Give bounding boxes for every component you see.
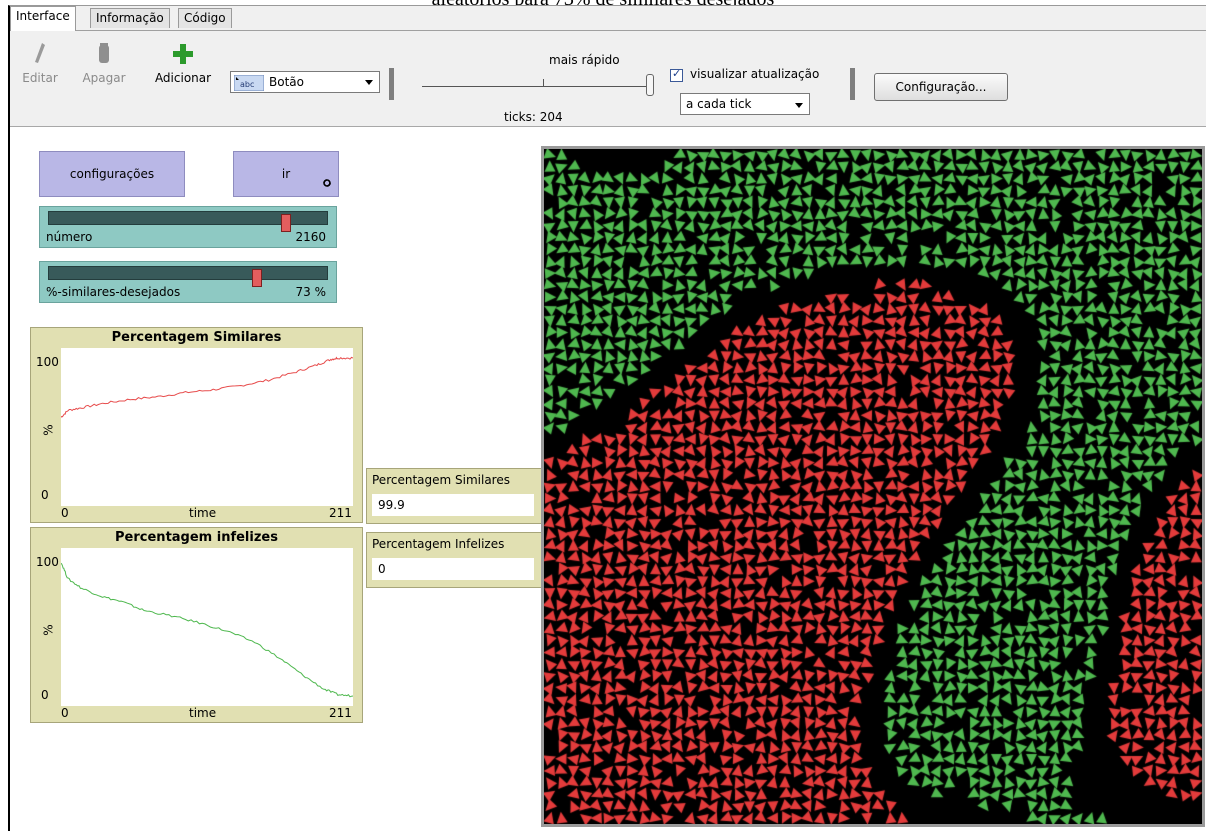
plot-percent-unhappy: Percentagem infelizes 100 % 0 0 time 211 <box>30 527 363 723</box>
y-axis-label: % <box>41 624 56 636</box>
world-view[interactable] <box>541 146 1205 827</box>
delete-button[interactable]: Apagar <box>82 41 126 85</box>
slider-thumb[interactable] <box>252 269 262 287</box>
speed-slider-tick <box>543 79 544 86</box>
similar-wanted-slider[interactable]: %-similares-desejados 73 % <box>39 261 337 303</box>
toolbar-separator <box>389 68 394 100</box>
netlogo-window: Interface Informação Código Editar Apaga… <box>8 5 1206 831</box>
view-updates-label: visualizar atualização <box>690 67 820 81</box>
x-max-label: 211 <box>329 706 352 720</box>
plot-title: Percentagem infelizes <box>115 530 278 545</box>
monitor-percent-unhappy: Percentagem Infelizes 0 <box>366 532 542 588</box>
widget-type-select[interactable]: abc Botão <box>230 71 380 93</box>
delete-label: Apagar <box>82 71 126 85</box>
view-updates-checkbox[interactable] <box>670 67 683 82</box>
add-button[interactable]: Adicionar <box>152 41 214 85</box>
slider-name: %-similares-desejados <box>46 285 181 299</box>
forever-icon <box>323 179 331 187</box>
plot-title: Percentagem Similares <box>111 330 282 345</box>
setup-button-label: configurações <box>69 167 155 181</box>
edit-label: Editar <box>22 71 58 85</box>
x-axis-label: time <box>189 706 217 720</box>
slider-track <box>48 266 328 287</box>
speed-label: mais rápido <box>549 53 620 67</box>
y-max-label: 100 <box>36 355 59 369</box>
series-line <box>61 562 353 698</box>
series-line <box>61 356 353 418</box>
x-min-label: 0 <box>61 506 69 520</box>
world-canvas[interactable] <box>544 149 1202 824</box>
slider-thumb[interactable] <box>281 214 291 232</box>
tab-bar: Interface Informação Código <box>10 6 1206 31</box>
y-min-label: 0 <box>41 688 49 702</box>
slider-value: 2160 <box>295 230 326 244</box>
x-axis-label: time <box>189 506 217 520</box>
number-slider[interactable]: número 2160 <box>39 206 337 248</box>
pencil-icon <box>35 43 45 63</box>
speed-slider[interactable] <box>422 86 650 87</box>
add-label: Adicionar <box>154 71 212 85</box>
settings-button[interactable]: Configuração... <box>874 73 1008 101</box>
trash-icon <box>99 43 109 63</box>
button-widget-icon: abc <box>234 75 264 91</box>
monitor-name: Percentagem Infelizes <box>372 537 505 551</box>
x-max-label: 211 <box>329 506 352 520</box>
chevron-down-icon <box>365 80 373 85</box>
toolbar-separator <box>850 68 855 100</box>
monitor-value: 0 <box>372 558 534 580</box>
edit-button[interactable]: Editar <box>20 41 60 85</box>
y-min-label: 0 <box>41 488 49 502</box>
y-max-label: 100 <box>36 555 59 569</box>
update-mode-value: a cada tick <box>686 97 752 111</box>
slider-value: 73 % <box>295 285 327 299</box>
y-axis-label: % <box>41 424 56 436</box>
go-button-label: ir <box>281 167 291 181</box>
speed-slider-thumb[interactable] <box>646 74 654 96</box>
tab-information[interactable]: Informação <box>90 8 170 28</box>
slider-track <box>48 211 328 232</box>
toolbar: Editar Apagar Adicionar abc Botão mais r… <box>10 31 1206 127</box>
setup-button[interactable]: configurações <box>39 151 185 197</box>
widget-type-value: Botão <box>269 75 304 89</box>
monitor-name: Percentagem Similares <box>372 473 510 487</box>
monitor-percent-similar: Percentagem Similares 99.9 <box>366 468 542 524</box>
plot-area <box>61 348 353 506</box>
monitor-value: 99.9 <box>372 494 534 516</box>
plus-icon <box>173 44 193 64</box>
tab-interface[interactable]: Interface <box>10 6 76 31</box>
update-mode-select[interactable]: a cada tick <box>680 93 810 115</box>
plot-area <box>61 548 353 706</box>
x-min-label: 0 <box>61 706 69 720</box>
plot-percent-similar: Percentagem Similares 100 % 0 0 time 211 <box>30 327 363 523</box>
go-button[interactable]: ir <box>233 151 339 197</box>
tab-code[interactable]: Código <box>178 8 232 28</box>
svg-text:abc: abc <box>240 80 254 89</box>
slider-name: número <box>46 230 93 244</box>
tick-counter: ticks: 204 <box>504 110 563 124</box>
chevron-down-icon <box>795 103 803 108</box>
